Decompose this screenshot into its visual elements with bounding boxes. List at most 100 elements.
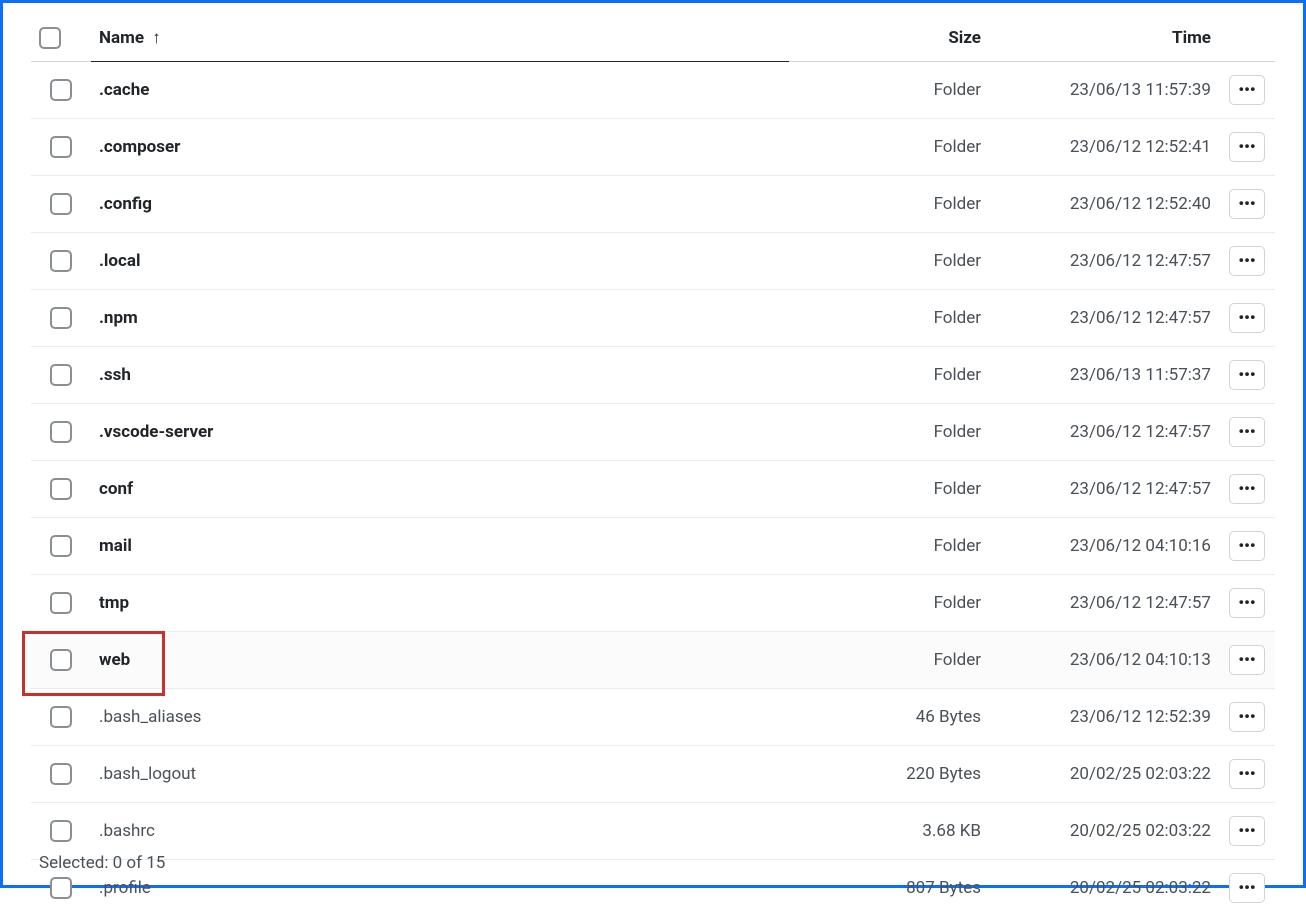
row-actions-button[interactable]: ••• — [1229, 873, 1265, 903]
row-actions-button[interactable]: ••• — [1229, 132, 1265, 162]
ellipsis-icon: ••• — [1238, 880, 1255, 896]
row-actions-button[interactable]: ••• — [1229, 645, 1265, 675]
ellipsis-icon: ••• — [1238, 139, 1255, 155]
folder-name[interactable]: .vscode-server — [99, 422, 213, 442]
row-checkbox-cell — [31, 176, 91, 233]
row-time: 23/06/13 11:57:39 — [989, 62, 1219, 119]
row-checkbox[interactable] — [50, 421, 72, 443]
row-checkbox-cell — [31, 746, 91, 803]
row-actions-cell: ••• — [1219, 404, 1275, 461]
row-name-cell: .bash_logout — [91, 746, 789, 803]
row-actions-button[interactable]: ••• — [1229, 75, 1265, 105]
file-name[interactable]: .bash_logout — [99, 764, 196, 784]
ellipsis-icon: ••• — [1238, 196, 1255, 212]
row-checkbox[interactable] — [50, 649, 72, 671]
row-checkbox[interactable] — [50, 193, 72, 215]
folder-name[interactable]: mail — [99, 536, 132, 556]
row-size: Folder — [789, 290, 989, 347]
row-name-cell: .local — [91, 233, 789, 290]
table-row: .npmFolder23/06/12 12:47:57••• — [31, 290, 1275, 347]
file-name[interactable]: .profile — [99, 878, 151, 898]
row-checkbox[interactable] — [50, 79, 72, 101]
sort-arrow-up-icon: ↑ — [152, 28, 161, 48]
header-size[interactable]: Size — [789, 17, 989, 62]
folder-name[interactable]: tmp — [99, 593, 129, 613]
row-actions-button[interactable]: ••• — [1229, 246, 1265, 276]
row-actions-button[interactable]: ••• — [1229, 702, 1265, 732]
row-actions-cell: ••• — [1219, 119, 1275, 176]
row-actions-button[interactable]: ••• — [1229, 303, 1265, 333]
row-actions-cell: ••• — [1219, 803, 1275, 860]
row-size: Folder — [789, 575, 989, 632]
row-actions-cell: ••• — [1219, 62, 1275, 119]
table-row: .bash_logout 220 Bytes20/02/25 02:03:22 ••… — [31, 746, 1275, 803]
header-size-label: Size — [948, 28, 981, 48]
row-name-cell: .composer — [91, 119, 789, 176]
row-checkbox[interactable] — [50, 478, 72, 500]
row-checkbox[interactable] — [50, 535, 72, 557]
row-actions-button[interactable]: ••• — [1229, 417, 1265, 447]
row-checkbox-cell — [31, 461, 91, 518]
table-row: webFolder23/06/12 04:10:13••• — [31, 632, 1275, 689]
row-size: 220 Bytes — [789, 746, 989, 803]
row-checkbox-cell — [31, 233, 91, 290]
row-actions-button[interactable]: ••• — [1229, 360, 1265, 390]
row-checkbox[interactable] — [50, 307, 72, 329]
row-time: 23/06/12 04:10:13 — [989, 632, 1219, 689]
row-checkbox-cell — [31, 404, 91, 461]
folder-name[interactable]: web — [99, 650, 130, 670]
folder-name[interactable]: .cache — [99, 80, 149, 100]
row-time: 23/06/12 12:47:57 — [989, 404, 1219, 461]
row-checkbox-cell — [31, 803, 91, 860]
header-time[interactable]: Time — [989, 17, 1219, 62]
folder-name[interactable]: .config — [99, 194, 152, 214]
row-actions-cell: ••• — [1219, 746, 1275, 803]
ellipsis-icon: ••• — [1238, 709, 1255, 725]
row-name-cell: .cache — [91, 62, 789, 119]
row-time: 20/02/25 02:03:22 — [989, 746, 1219, 803]
row-actions-button[interactable]: ••• — [1229, 531, 1265, 561]
table-row: mailFolder23/06/12 04:10:16••• — [31, 518, 1275, 575]
row-checkbox[interactable] — [50, 820, 72, 842]
row-checkbox[interactable] — [50, 592, 72, 614]
ellipsis-icon: ••• — [1238, 823, 1255, 839]
file-name[interactable]: .bashrc — [99, 821, 155, 841]
ellipsis-icon: ••• — [1238, 310, 1255, 326]
ellipsis-icon: ••• — [1238, 82, 1255, 98]
row-checkbox[interactable] — [50, 877, 72, 899]
row-checkbox-cell — [31, 347, 91, 404]
row-actions-cell: ••• — [1219, 632, 1275, 689]
ellipsis-icon: ••• — [1238, 595, 1255, 611]
row-actions-button[interactable]: ••• — [1229, 588, 1265, 618]
row-checkbox[interactable] — [50, 364, 72, 386]
row-checkbox[interactable] — [50, 250, 72, 272]
table-row: .cacheFolder23/06/13 11:57:39••• — [31, 62, 1275, 119]
table-row: .bashrc3.68 KB20/02/25 02:03:22••• — [31, 803, 1275, 860]
select-all-checkbox[interactable] — [39, 27, 61, 49]
row-actions-cell: ••• — [1219, 176, 1275, 233]
row-name-cell: conf — [91, 461, 789, 518]
row-actions-button[interactable]: ••• — [1229, 759, 1265, 789]
file-name[interactable]: .bash_aliases — [99, 707, 201, 727]
row-actions-button[interactable]: ••• — [1229, 474, 1265, 504]
row-name-cell: mail — [91, 518, 789, 575]
row-name-cell: .vscode-server — [91, 404, 789, 461]
row-checkbox[interactable] — [50, 706, 72, 728]
folder-name[interactable]: .ssh — [99, 365, 131, 385]
folder-name[interactable]: .local — [99, 251, 140, 271]
folder-name[interactable]: .composer — [99, 137, 180, 157]
row-actions-button[interactable]: ••• — [1229, 189, 1265, 219]
row-actions-button[interactable]: ••• — [1229, 816, 1265, 846]
table-row: tmpFolder23/06/12 12:47:57••• — [31, 575, 1275, 632]
folder-name[interactable]: .npm — [99, 308, 138, 328]
row-time: 23/06/12 12:52:41 — [989, 119, 1219, 176]
header-name-label: Name — [99, 28, 144, 48]
table-header-row: Name ↑ Size Time — [31, 17, 1275, 62]
header-name[interactable]: Name ↑ — [91, 17, 789, 62]
ellipsis-icon: ••• — [1238, 652, 1255, 668]
folder-name[interactable]: conf — [99, 479, 133, 499]
row-checkbox-cell — [31, 518, 91, 575]
row-checkbox[interactable] — [50, 763, 72, 785]
row-checkbox[interactable] — [50, 136, 72, 158]
row-actions-cell: ••• — [1219, 290, 1275, 347]
